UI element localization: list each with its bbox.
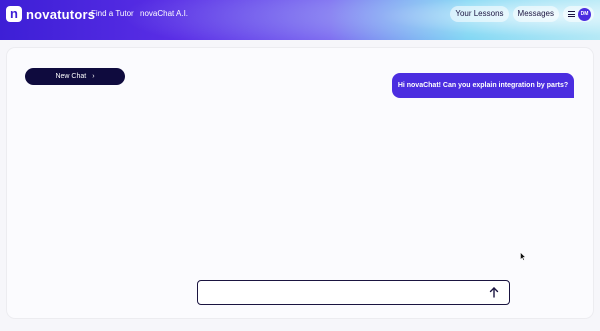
logo[interactable]: n novatutors — [6, 6, 95, 22]
avatar: DM — [578, 7, 591, 21]
new-chat-label: New Chat — [55, 73, 87, 80]
user-menu-button[interactable]: DM — [563, 6, 594, 22]
chat-input[interactable] — [197, 280, 510, 305]
mouse-cursor-icon — [520, 252, 526, 261]
header-actions: Your Lessons Messages DM — [446, 5, 594, 23]
user-message-bubble: Hi novaChat! Can you explain integration… — [392, 73, 574, 98]
nav-find-a-tutor[interactable]: Find a Tutor — [91, 9, 134, 19]
arrow-up-icon[interactable] — [487, 285, 501, 299]
hamburger-icon — [568, 11, 575, 17]
logo-mark-icon: n — [6, 6, 22, 22]
nav-novachat-ai[interactable]: novaChat A.I. — [140, 9, 188, 19]
logo-text: novatutors — [26, 6, 96, 22]
new-chat-button[interactable]: New Chat › — [25, 68, 125, 85]
your-lessons-button[interactable]: Your Lessons — [450, 6, 509, 22]
chevron-right-icon: › — [92, 73, 95, 80]
messages-button[interactable]: Messages — [512, 6, 559, 22]
